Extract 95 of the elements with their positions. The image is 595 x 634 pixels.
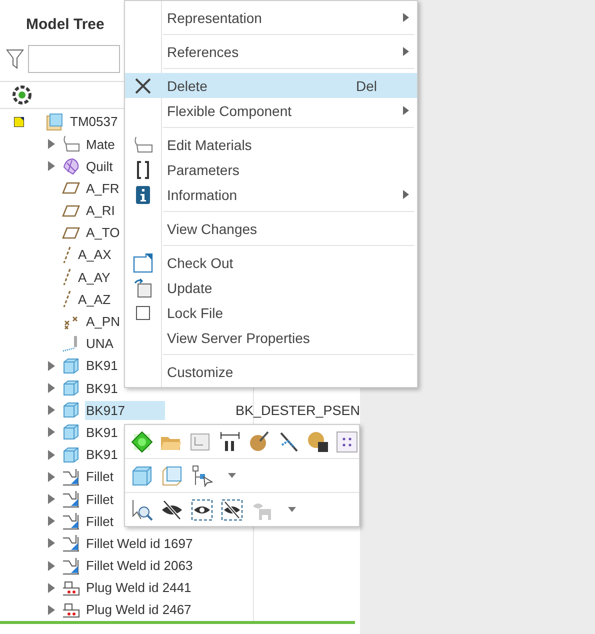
menu-item[interactable]: References — [125, 39, 417, 64]
plane-icon — [62, 181, 80, 196]
tree-item-label[interactable]: Plug Weld id 2467 — [85, 600, 192, 620]
tree-item-label[interactable]: BK91 — [85, 378, 119, 398]
expand-arrow-icon[interactable] — [46, 405, 56, 416]
axis-icon — [62, 246, 72, 264]
info-icon — [136, 186, 150, 204]
cube-icon — [62, 401, 80, 420]
expand-arrow-icon[interactable] — [46, 139, 56, 150]
menu-item[interactable]: Lock File — [125, 300, 417, 325]
axis-icon — [62, 268, 72, 286]
expand-arrow-icon[interactable] — [46, 360, 56, 371]
tree-item-label[interactable]: Fillet — [85, 467, 114, 486]
cube-icon — [62, 379, 80, 398]
fillet-weld-icon — [62, 468, 80, 486]
material-icon — [133, 136, 153, 154]
checkbox-icon — [136, 306, 150, 320]
document-icon — [133, 252, 153, 272]
expand-arrow-icon[interactable] — [46, 161, 56, 172]
expand-arrow-icon[interactable] — [46, 383, 56, 394]
settings-icon[interactable] — [12, 84, 32, 105]
plane-icon — [62, 204, 80, 218]
hide-icon[interactable] — [160, 498, 184, 522]
expand-arrow-icon[interactable] — [46, 427, 56, 438]
target-icon[interactable] — [130, 430, 154, 454]
expand-arrow-icon[interactable] — [46, 582, 56, 593]
tree-select-icon[interactable] — [190, 464, 214, 488]
tree-item-label[interactable]: A_AY — [77, 268, 112, 287]
expand-arrow-icon[interactable] — [46, 494, 56, 504]
expand-arrow-icon[interactable] — [46, 516, 56, 526]
update-icon — [133, 278, 153, 298]
zoom-select-icon[interactable] — [130, 498, 154, 522]
hide-selection-icon[interactable] — [220, 498, 244, 522]
tree-item-label[interactable]: BK91 — [85, 445, 119, 464]
cube-icon[interactable] — [130, 464, 154, 488]
axis-icon — [62, 290, 72, 308]
fillet-weld-icon — [62, 534, 80, 552]
menu-item[interactable]: Edit Materials — [125, 132, 417, 157]
cube-icon — [62, 423, 80, 442]
tree-item-label[interactable]: BK917 — [85, 400, 166, 420]
show-icon[interactable] — [190, 498, 214, 522]
points-icon — [62, 314, 80, 330]
part-icon — [46, 112, 64, 131]
menu-item[interactable]: Parameters — [125, 157, 417, 182]
menu-item[interactable]: View Changes — [125, 216, 417, 241]
table-cell-text: BK_DESTER_PSEN — [234, 402, 360, 418]
menu-item[interactable]: View Server Properties — [125, 325, 417, 350]
dimension-icon[interactable] — [218, 430, 242, 454]
filter-field[interactable] — [28, 45, 120, 74]
grid-icon[interactable] — [336, 430, 359, 454]
tree-item-label[interactable]: Mate — [85, 134, 116, 154]
menu-item[interactable]: Flexible Component — [125, 98, 417, 123]
cube-outline-icon[interactable] — [160, 464, 184, 488]
menu-item[interactable]: Information — [125, 182, 417, 207]
tree-item-label[interactable]: A_PN — [85, 312, 121, 332]
menu-item[interactable]: Representation — [125, 5, 417, 30]
tree-item-label[interactable]: Fillet Weld id 1697 — [85, 534, 194, 553]
menu-item[interactable]: Delete Del — [125, 73, 417, 98]
fillet-weld-icon — [62, 490, 80, 508]
tree-item-label[interactable]: Fillet Weld id 2063 — [85, 556, 194, 576]
cube-icon — [62, 356, 80, 375]
plug-weld-icon — [62, 578, 80, 597]
cube-icon — [62, 446, 80, 464]
tree-item-label[interactable]: A_FR — [85, 178, 120, 198]
plug-weld-icon — [62, 600, 80, 619]
tree-item-label[interactable]: Quilt — [85, 156, 114, 176]
tree-item-label[interactable]: A_TO — [85, 223, 121, 242]
tree-item-label[interactable]: Plug Weld id 2441 — [85, 578, 192, 598]
tree-item-label[interactable]: A_AX — [77, 245, 112, 264]
fillet-weld-icon — [62, 512, 80, 530]
expand-arrow-icon[interactable] — [46, 604, 56, 615]
menu-item[interactable]: Check Out — [125, 250, 417, 275]
tree-item-label[interactable]: UNA — [85, 334, 114, 354]
expand-arrow-icon[interactable] — [46, 472, 56, 482]
brackets-icon — [136, 160, 150, 178]
menu-item[interactable]: Update — [125, 275, 417, 300]
tree-item-label[interactable]: TM0537 — [69, 112, 119, 132]
menu-item[interactable]: Customize — [125, 359, 417, 384]
tree-item-label[interactable]: BK91 — [85, 422, 119, 442]
tree-item-label[interactable]: A_AZ — [77, 290, 112, 309]
tree-item-label[interactable]: A_RI — [85, 201, 116, 220]
tree-item-label[interactable]: Fillet — [85, 490, 114, 509]
plane-icon — [62, 226, 80, 240]
weld-icon — [62, 334, 80, 353]
panel-title: Model Tree — [26, 16, 104, 34]
expand-arrow-icon[interactable] — [46, 538, 56, 548]
expand-arrow-icon[interactable] — [46, 450, 56, 460]
filter-icon[interactable] — [6, 49, 24, 70]
quilt-icon — [62, 157, 80, 176]
expand-arrow-icon[interactable] — [46, 560, 56, 571]
material-icon — [62, 135, 80, 154]
tree-item-label[interactable]: Fillet — [85, 512, 114, 531]
close-icon — [135, 78, 151, 94]
tree-item-label[interactable]: BK91 — [85, 356, 119, 376]
fillet-weld-icon — [62, 556, 80, 575]
